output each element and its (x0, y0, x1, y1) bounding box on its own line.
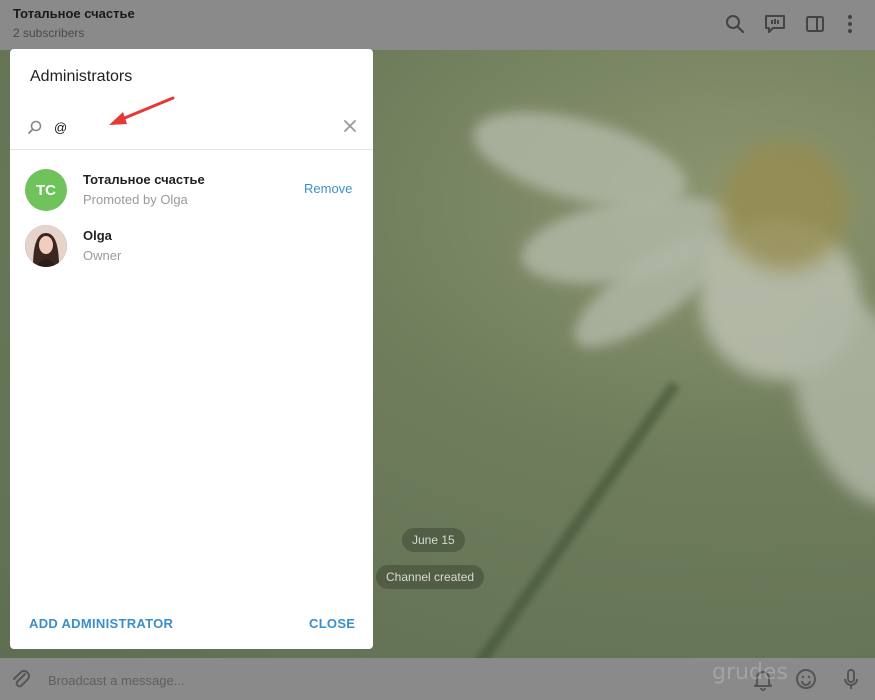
admin-list-item[interactable]: Olga Owner (10, 220, 373, 274)
message-input[interactable]: Broadcast a message... (48, 673, 185, 688)
search-divider (10, 149, 373, 150)
date-separator: June 15 (402, 528, 465, 552)
dialog-title: Administrators (30, 68, 133, 85)
annotation-arrow-icon (109, 96, 175, 125)
profile-photo (25, 225, 67, 267)
admin-name: Olga (83, 228, 112, 243)
admin-list-item[interactable]: TC Тотальное счастье Promoted by Olga Re… (10, 164, 373, 218)
administrators-dialog: Administrators TC Тотальное счастье Prom… (10, 49, 373, 649)
subscriber-count: 2 subscribers (13, 26, 85, 40)
admin-role: Owner (83, 248, 122, 263)
discussion-icon[interactable] (763, 12, 787, 36)
avatar: TC (25, 169, 67, 211)
more-vert-icon[interactable] (838, 12, 862, 36)
close-icon[interactable] (343, 119, 357, 133)
search-icon (28, 120, 42, 134)
chat-header: Тотальное счастье 2 subscribers (0, 0, 875, 50)
close-button[interactable]: CLOSE (309, 616, 355, 631)
admin-search-input[interactable] (54, 117, 334, 137)
add-administrator-button[interactable]: ADD ADMINISTRATOR (29, 616, 173, 631)
search-icon[interactable] (723, 12, 747, 36)
attach-icon[interactable] (8, 666, 34, 692)
avatar (25, 225, 67, 267)
watermark-text: grudes (712, 660, 788, 685)
admin-name: Тотальное счастье (83, 172, 205, 187)
channel-title[interactable]: Тотальное счастье (13, 6, 135, 21)
microphone-icon[interactable] (838, 666, 864, 692)
remove-admin-button[interactable]: Remove (304, 181, 352, 196)
sidebar-toggle-icon[interactable] (803, 12, 827, 36)
emoji-icon[interactable] (793, 666, 819, 692)
admin-role: Promoted by Olga (83, 192, 188, 207)
service-message: Channel created (376, 565, 485, 589)
